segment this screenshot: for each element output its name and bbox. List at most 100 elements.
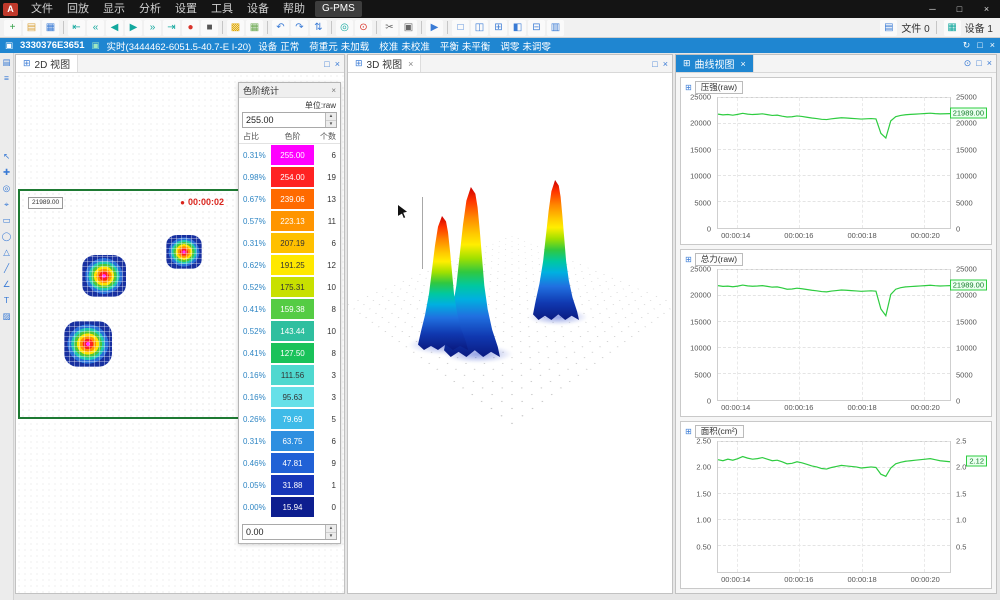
maximize-button[interactable]: □ (946, 0, 973, 18)
colorscale-row[interactable]: 0.62%191.2512 (243, 254, 336, 276)
cut-icon[interactable]: ✂ (381, 20, 398, 36)
colorscale-row[interactable]: 0.05%31.881 (243, 474, 336, 496)
snapshot-icon[interactable]: ⊙ (355, 20, 372, 36)
fast-forward-icon[interactable]: » (144, 20, 161, 36)
row-count: 3 (314, 393, 336, 402)
colorscale-row[interactable]: 0.26%79.695 (243, 408, 336, 430)
max-level-input[interactable]: 255.00 ▲ ▼ (242, 112, 337, 128)
menu-item[interactable]: 设备 (240, 0, 276, 18)
crosshair-tool-icon[interactable]: ⌖ (1, 198, 13, 210)
pan-tool-icon[interactable]: ✚ (1, 166, 13, 178)
plot-area[interactable] (717, 269, 951, 401)
fast-backward-icon[interactable]: « (87, 20, 104, 36)
polygon-roi-tool-icon[interactable]: △ (1, 246, 13, 258)
float-icon[interactable]: □ (977, 40, 982, 51)
spin-down-icon[interactable]: ▼ (326, 121, 336, 128)
redo-icon[interactable]: ↷ (291, 20, 308, 36)
tab-close-icon[interactable]: × (408, 59, 413, 69)
line-tool-icon[interactable]: ╱ (1, 262, 13, 274)
colorscale-row[interactable]: 0.16%95.633 (243, 386, 336, 408)
float-icon[interactable]: □ (976, 58, 981, 69)
menu-item[interactable]: 帮助 (276, 0, 312, 18)
play-icon[interactable]: ▶ (125, 20, 142, 36)
colorscale-row[interactable]: 0.52%175.3110 (243, 276, 336, 298)
colorscale-row[interactable]: 0.31%207.196 (243, 232, 336, 254)
colorscale-row[interactable]: 0.16%111.563 (243, 364, 336, 386)
close-button[interactable]: × (973, 0, 1000, 18)
grid-display-icon[interactable]: ▩ (227, 20, 244, 36)
spin-down-icon[interactable]: ▼ (326, 533, 336, 540)
refresh-icon[interactable]: ↻ (963, 40, 971, 51)
close-icon[interactable]: × (663, 59, 668, 69)
menu-item[interactable]: 分析 (132, 0, 168, 18)
panel-list-icon[interactable]: ≡ (1, 72, 13, 84)
colorscale-row[interactable]: 0.41%159.388 (243, 298, 336, 320)
jump-start-icon[interactable]: ⇤ (68, 20, 85, 36)
layout-left-icon[interactable]: ◧ (509, 20, 526, 36)
min-level-input[interactable]: 0.00 ▲ ▼ (242, 524, 337, 540)
colorscale-row[interactable]: 0.31%63.756 (243, 430, 336, 452)
close-icon[interactable]: × (331, 86, 336, 95)
ellipse-roi-tool-icon[interactable]: ◯ (1, 230, 13, 242)
sensor-area[interactable]: 21989.00 ● 00:00:02 (18, 189, 240, 419)
tab-3d-view[interactable]: ⊞ 3D 视图 × (348, 55, 421, 72)
colorscale-row[interactable]: 0.52%143.4410 (243, 320, 336, 342)
open-file-icon[interactable]: ▤ (23, 20, 40, 36)
surface-3d-canvas[interactable] (348, 73, 672, 593)
colorscale-row[interactable]: 0.31%255.006 (243, 144, 336, 166)
layout-single-icon[interactable]: □ (452, 20, 469, 36)
menu-item[interactable]: 显示 (96, 0, 132, 18)
close-icon[interactable]: × (987, 58, 992, 69)
menu-item[interactable]: 工具 (204, 0, 240, 18)
realtime-icon: ▣ (92, 40, 100, 51)
spin-up-icon[interactable]: ▲ (326, 113, 336, 121)
target-icon[interactable]: ◎ (336, 20, 353, 36)
menu-item[interactable]: 回放 (60, 0, 96, 18)
colorscale-row[interactable]: 0.57%223.1311 (243, 210, 336, 232)
stop-icon[interactable]: ■ (201, 20, 218, 36)
tab-curve-view[interactable]: ⊞ 曲线视图 × (676, 55, 754, 72)
tab-close-icon[interactable]: × (741, 59, 746, 69)
colorscale-row[interactable]: 0.41%127.508 (243, 342, 336, 364)
plot-area[interactable] (717, 441, 951, 573)
panel-properties-icon[interactable]: ▤ (1, 56, 13, 68)
menu-item[interactable]: 设置 (168, 0, 204, 18)
rect-roi-tool-icon[interactable]: ▭ (1, 214, 13, 226)
plot-area[interactable] (717, 97, 951, 229)
menu-item[interactable]: 文件 (24, 0, 60, 18)
minimize-button[interactable]: ─ (919, 0, 946, 18)
hatch-tool-icon[interactable]: ▨ (1, 310, 13, 322)
zoom-tool-icon[interactable]: ◎ (1, 182, 13, 194)
pointer-tool-icon[interactable]: ↖ (1, 150, 13, 162)
float-icon[interactable]: □ (652, 59, 657, 69)
colorscale-row[interactable]: 0.46%47.819 (243, 452, 336, 474)
angle-tool-icon[interactable]: ∠ (1, 278, 13, 290)
pin-icon[interactable]: ⊙ (964, 58, 972, 69)
record-icon[interactable]: ● (182, 20, 199, 36)
text-tool-icon[interactable]: T (1, 294, 13, 306)
colorscale-row[interactable]: 0.00%15.940 (243, 496, 336, 518)
add-icon[interactable]: + (4, 20, 21, 36)
layout-dots-icon[interactable]: ▥ (547, 20, 564, 36)
palette-icon[interactable]: ▦ (246, 20, 263, 36)
float-icon[interactable]: □ (324, 59, 329, 69)
copy-icon[interactable]: ▣ (400, 20, 417, 36)
close-icon[interactable]: × (335, 59, 340, 69)
layout-bottom-icon[interactable]: ⊟ (528, 20, 545, 36)
swap-icon[interactable]: ⇅ (310, 20, 327, 36)
colorscale-row[interactable]: 0.98%254.0019 (243, 166, 336, 188)
colorscale-header[interactable]: 色阶统计 × (239, 83, 340, 98)
colorscale-row[interactable]: 93.23%<1.001805 (243, 518, 336, 522)
close-icon[interactable]: × (990, 40, 995, 51)
jump-end-icon[interactable]: ⇥ (163, 20, 180, 36)
save-file-icon[interactable]: ▦ (42, 20, 59, 36)
colorscale-row[interactable]: 0.67%239.0613 (243, 188, 336, 210)
tab-2d-view[interactable]: ⊞ 2D 视图 (16, 55, 78, 72)
marker-icon[interactable]: ▶ (426, 20, 443, 36)
layout-grid-icon[interactable]: ⊞ (490, 20, 507, 36)
layout-split-icon[interactable]: ◫ (471, 20, 488, 36)
step-backward-icon[interactable]: ◀ (106, 20, 123, 36)
undo-icon[interactable]: ↶ (272, 20, 289, 36)
spin-up-icon[interactable]: ▲ (326, 525, 336, 533)
heatmap-canvas[interactable]: 21989.00 ● 00:00:02 色阶统计 × 单位:raw 255.0 (16, 73, 344, 593)
